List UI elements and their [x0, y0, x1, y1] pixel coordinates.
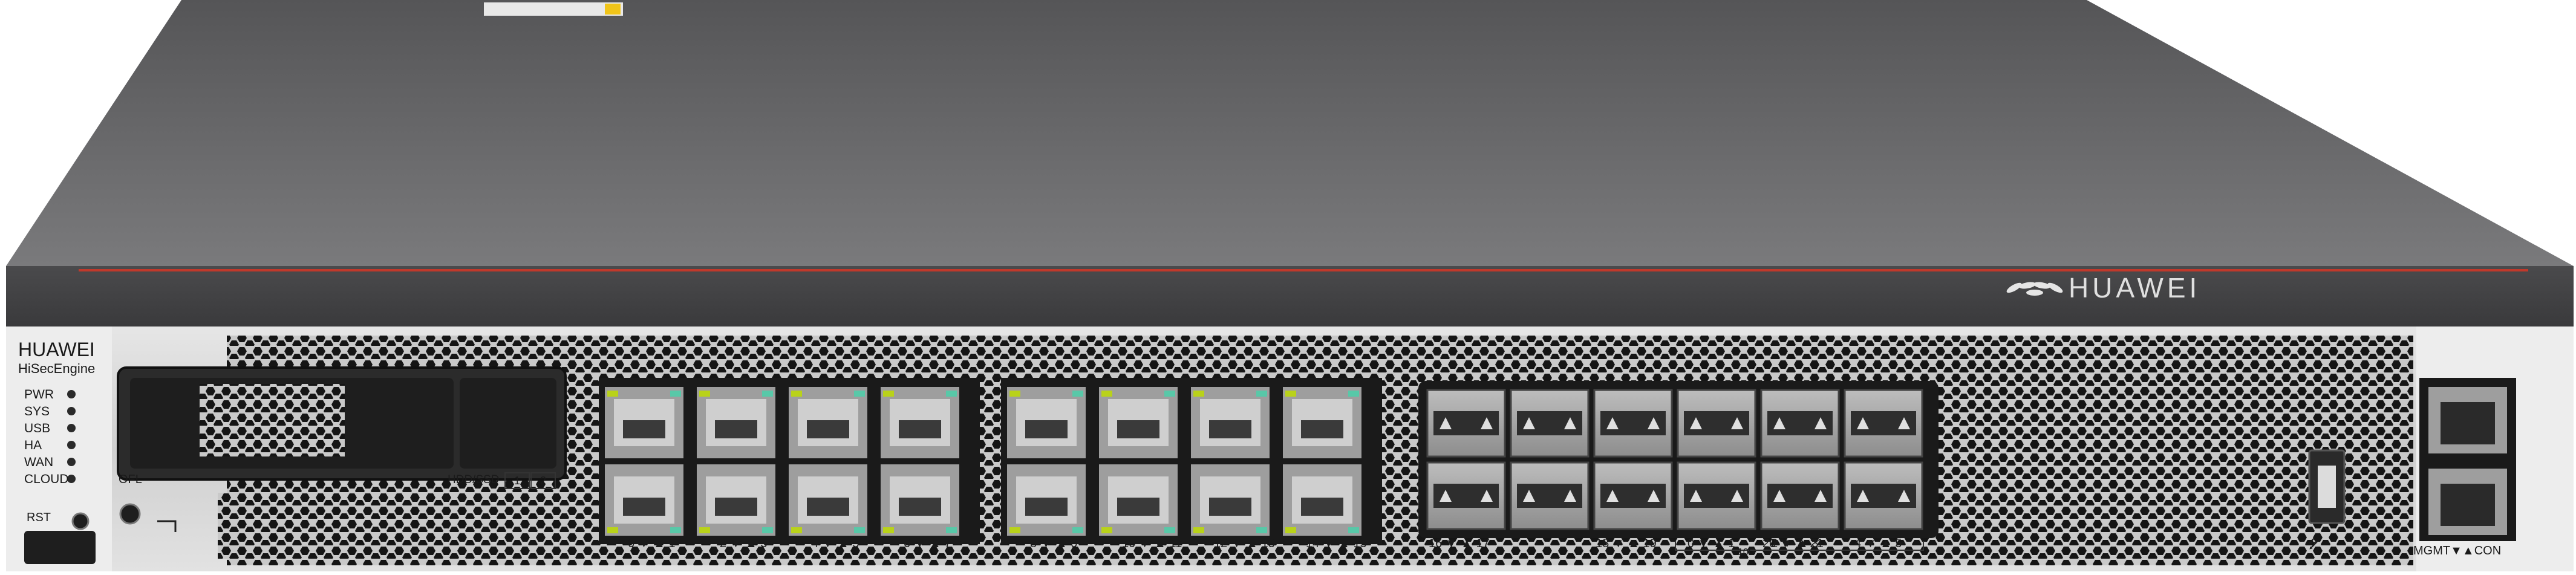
- led-label-pwr: PWR: [24, 388, 54, 401]
- led-label-usb: USB: [24, 421, 51, 435]
- sfp10g-label-2: 2 ▼ ▲ 3: [1771, 537, 1819, 550]
- port-label-0: 0 ▼ ▲ 1: [628, 537, 676, 550]
- sfp-label-18: 18 ▼ ▲ 19: [1596, 537, 1657, 550]
- ofl-button: [119, 503, 141, 525]
- model-label: HiSecEngine: [18, 361, 96, 376]
- sfp-10g-label: 10G: [1738, 547, 1756, 557]
- rst-label: RST: [27, 511, 51, 524]
- vent-bottom-left: [218, 493, 581, 559]
- led-label-cloud: CLOUD: [24, 472, 69, 486]
- port-label-8: 8 ▼ ▲ 9: [1030, 537, 1078, 550]
- storage-label: HDD/SSD: [448, 473, 500, 486]
- drive-tray-2: [460, 378, 556, 469]
- led-label-wan: WAN: [24, 455, 54, 469]
- port-label-14: 14 ▼ ▲ 15: [1306, 537, 1367, 550]
- ofl-label: OFL: [119, 473, 142, 486]
- chassis-top: [6, 0, 2574, 266]
- usb-symbol: ⭍: [2307, 536, 2319, 551]
- rst-pad: [24, 531, 96, 564]
- port-label-10: 10 ▼ ▲ 11: [1122, 537, 1182, 550]
- storage-slot-1: 1: [514, 475, 521, 487]
- sfp10g-label-4: 4 ▼ ▲ 5: [1854, 537, 1902, 550]
- led-label-sys: SYS: [24, 404, 50, 418]
- rst-button: [71, 512, 90, 530]
- sfp10g-label-0: 0 ▼ ▲ 1: [1687, 537, 1735, 550]
- brand-label: HUAWEI: [18, 339, 95, 360]
- top-sticker: [484, 2, 623, 16]
- led-label-ha: HA: [24, 438, 42, 452]
- storage-slot-2: 2: [540, 475, 547, 487]
- port-label-12: 12 ▼ ▲ 13: [1214, 537, 1275, 550]
- port-label-2: 2 ▼ ▲ 3: [720, 537, 768, 550]
- svg-text:HUAWEI: HUAWEI: [2069, 272, 2200, 304]
- port-label-6: 6 ▼ ▲ 7: [904, 537, 951, 550]
- port-label-4: 4 ▼ ▲ 5: [812, 537, 859, 550]
- mgmt-label: MGMT▼▲CON: [2413, 544, 2502, 557]
- sfp-label-16: 16 ▼ ▲ 17: [1429, 537, 1490, 550]
- firewall-appliance: HUAWEI HUAWEI HiSecEngine PWR SYS USB HA…: [0, 0, 2576, 572]
